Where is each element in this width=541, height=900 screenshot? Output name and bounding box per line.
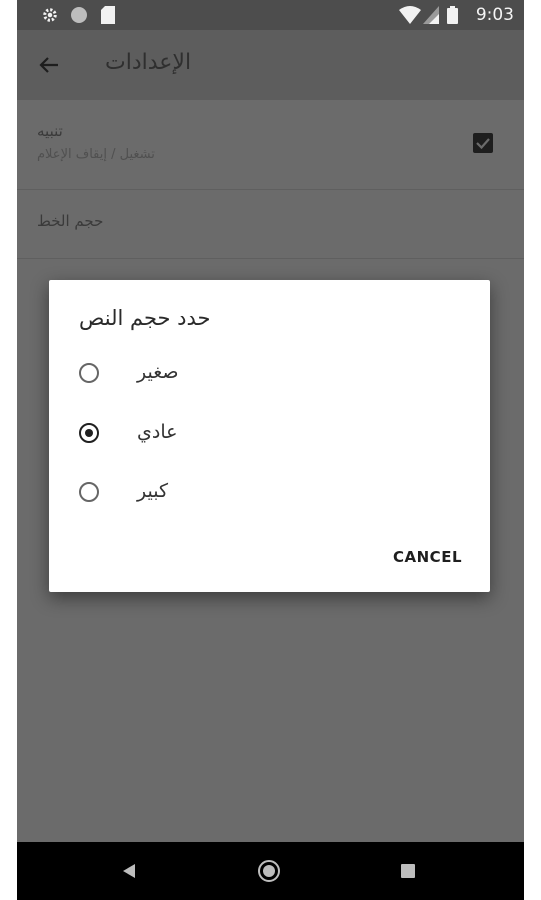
wifi-icon: [399, 6, 421, 28]
circle-icon: [70, 6, 88, 28]
setting-row-font-size[interactable]: حجم الخط: [17, 190, 524, 259]
radio-button-selected[interactable]: [79, 423, 99, 443]
setting-title: تنبيه: [37, 122, 63, 140]
status-time: 9:03: [475, 5, 514, 25]
page-title: الإعدادات: [105, 50, 192, 75]
phone-screen: 9:03 الإعدادات تنبيه تشغيل / إيقاف الإعل…: [17, 0, 524, 900]
status-bar: 9:03: [17, 0, 524, 30]
home-circle-icon[interactable]: [257, 859, 281, 887]
radio-dot: [85, 429, 93, 437]
app-bar: الإعدادات: [17, 30, 524, 100]
option-label: عادي: [137, 421, 178, 443]
radio-button[interactable]: [79, 482, 99, 502]
option-label: صغير: [137, 361, 179, 383]
notify-checkbox[interactable]: [473, 133, 493, 153]
recents-square-icon[interactable]: [400, 863, 416, 883]
radio-option-small[interactable]: صغير: [79, 350, 459, 400]
setting-subtitle: تشغيل / إيقاف الإعلام: [37, 147, 155, 162]
font-size-dialog: حدد حجم النص صغير عادي كبير CANCEL: [49, 280, 490, 592]
back-triangle-icon[interactable]: [121, 863, 137, 883]
signal-icon: [423, 6, 439, 28]
radio-option-large[interactable]: كبير: [79, 469, 459, 519]
setting-row-notify[interactable]: تنبيه تشغيل / إيقاف الإعلام: [17, 100, 524, 190]
sd-card-icon: [101, 6, 115, 28]
battery-icon: [447, 6, 458, 28]
gear-icon: [41, 6, 59, 28]
option-label: كبير: [137, 480, 168, 502]
arrow-left-icon[interactable]: [37, 53, 61, 81]
cancel-button[interactable]: CANCEL: [393, 548, 462, 566]
setting-title: حجم الخط: [37, 212, 104, 230]
navigation-bar: [17, 842, 524, 900]
radio-option-normal[interactable]: عادي: [79, 410, 459, 460]
radio-button[interactable]: [79, 363, 99, 383]
dialog-title: حدد حجم النص: [79, 306, 211, 330]
